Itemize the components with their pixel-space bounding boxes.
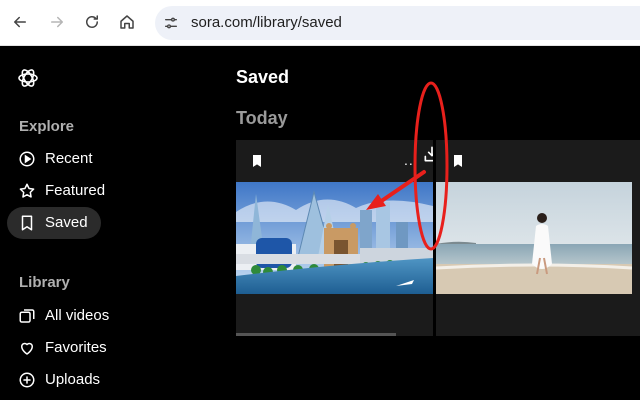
plus-circle-icon	[19, 372, 35, 388]
reload-icon[interactable]	[81, 11, 103, 33]
sidebar-item-uploads[interactable]: Uploads	[7, 364, 101, 396]
page-title: Saved	[236, 67, 290, 87]
sidebar-item-recent[interactable]: Recent	[7, 143, 101, 175]
tune-icon[interactable]	[163, 15, 179, 31]
sidebar-item-label: Favorites	[45, 339, 107, 356]
video-card[interactable]: ...	[236, 140, 433, 336]
sidebar-item-label: Featured	[45, 182, 106, 199]
sidebar-item-label: All videos	[45, 307, 110, 324]
browser-toolbar: sora.com/library/saved	[0, 0, 640, 46]
sidebar-item-all-videos[interactable]: All videos	[7, 300, 109, 332]
sidebar-item-label: Saved	[45, 214, 88, 231]
sidebar-item-featured[interactable]: Featured	[7, 175, 105, 207]
openai-logo-icon[interactable]	[16, 66, 40, 90]
sidebar-item-label: Uploads	[45, 371, 101, 388]
url-text[interactable]: sora.com/library/saved	[191, 14, 342, 31]
city-gateway-image	[236, 182, 433, 294]
bookmark-icon[interactable]	[249, 152, 265, 170]
main-content: Saved Today ...	[222, 46, 640, 400]
video-card[interactable]	[436, 140, 640, 336]
sidebar-item-saved[interactable]: Saved	[7, 207, 101, 239]
bookmark-icon	[21, 215, 33, 231]
back-icon[interactable]	[9, 11, 31, 33]
video-thumbnail[interactable]	[436, 182, 632, 294]
beach-walk-image	[436, 182, 632, 294]
video-thumbnail[interactable]	[236, 182, 433, 294]
group-label: Today	[236, 108, 288, 128]
forward-icon[interactable]	[46, 11, 68, 33]
videos-icon	[19, 309, 35, 323]
sidebar-item-label: Recent	[45, 150, 93, 167]
bookmark-icon[interactable]	[450, 152, 466, 170]
star-icon	[19, 183, 35, 198]
progress-bar	[236, 333, 396, 336]
progress-bar	[436, 333, 632, 336]
section-label-explore: Explore	[19, 118, 75, 135]
section-label-library: Library	[19, 274, 70, 291]
sidebar: Explore Recent Featured Saved Library Al…	[0, 46, 222, 400]
sidebar-item-favorites[interactable]: Favorites	[7, 332, 107, 364]
address-bar[interactable]: sora.com/library/saved	[155, 6, 640, 40]
home-icon[interactable]	[116, 11, 138, 33]
more-options-button[interactable]: ...	[404, 152, 419, 168]
heart-icon	[21, 342, 33, 355]
play-circle-icon	[19, 151, 35, 167]
download-icon[interactable]	[422, 144, 433, 164]
